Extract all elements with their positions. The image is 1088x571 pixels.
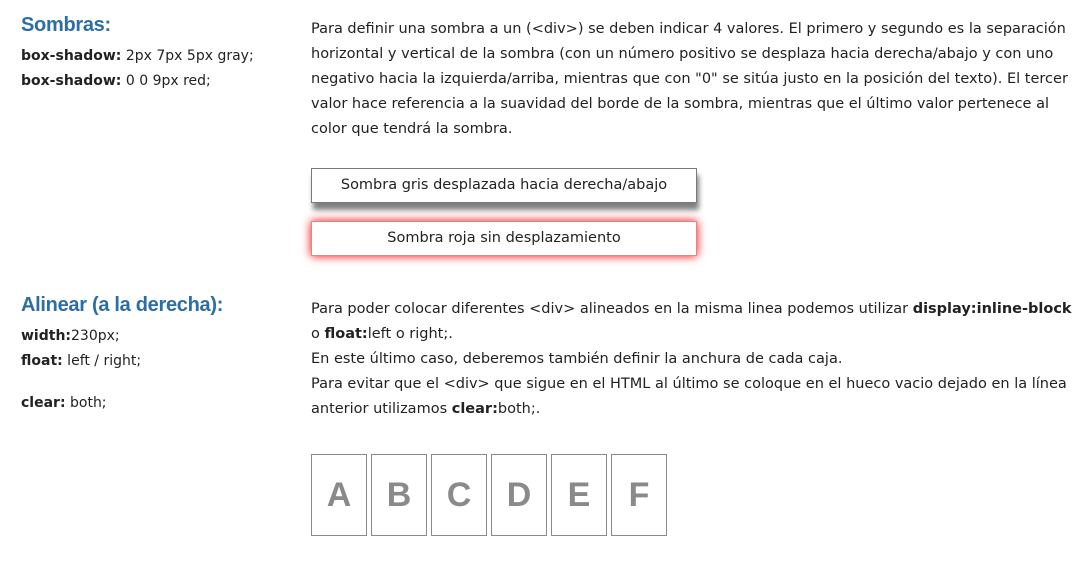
sombras-description: Para definir una sombra a un (<div>) se … [311,17,1073,142]
text-run: both;. [497,401,541,417]
code-line-float: float: left / right; [21,349,291,374]
code-prop: box-shadow: [21,48,122,64]
code-prop: width: [21,328,72,344]
sombras-title: Sombras: [21,14,111,36]
code-value: 2px 7px 5px gray; [121,48,254,64]
float-box-f: F [611,454,667,536]
code-prop: float: [21,353,63,369]
float-box-e: E [551,454,607,536]
code-value: left / right; [62,353,142,369]
float-box-d: D [491,454,547,536]
float-box-b: B [371,454,427,536]
text-run: o [311,326,325,342]
code-line-shadow-red: box-shadow: 0 0 9px red; [21,69,291,94]
sombras-section: Sombras: box-shadow: 2px 7px 5px gray; b… [0,0,1088,270]
text-run: Para poder colocar diferentes <div> alin… [311,301,913,317]
code-line-width: width:230px; [21,324,291,349]
alinear-section: Alinear (a la derecha): width:230px; flo… [0,280,1088,571]
alinear-paragraph-2: En este último caso, deberemos también d… [311,351,843,367]
text-run: Para evitar que el <div> que sigue en el… [311,376,1067,417]
float-box-c: C [431,454,487,536]
sombras-code-column: Sombras: box-shadow: 2px 7px 5px gray; b… [21,12,291,94]
code-prop: clear: [21,395,66,411]
code-keyword: clear: [451,401,498,417]
alinear-description: Para poder colocar diferentes <div> alin… [311,297,1073,422]
code-line-shadow-gray: box-shadow: 2px 7px 5px gray; [21,44,291,69]
alinear-paragraph-1: Para poder colocar diferentes <div> alin… [311,297,1073,347]
sombras-paragraph: Para definir una sombra a un (<div>) se … [311,21,1068,137]
code-value: both; [65,395,107,411]
code-keyword: display:inline-block [912,301,1072,317]
shadow-gray-demo-box: Sombra gris desplazada hacia derecha/aba… [311,168,697,203]
code-prop: box-shadow: [21,73,122,89]
alinear-title: Alinear (a la derecha): [21,294,224,316]
float-boxes-demo: A B C D E F [311,454,671,536]
code-keyword: float: [324,326,368,342]
alinear-code-column: Alinear (a la derecha): width:230px; flo… [21,292,291,416]
float-box-a: A [311,454,367,536]
alinear-paragraph-3: Para evitar que el <div> que sigue en el… [311,372,1073,422]
shadow-red-demo-box: Sombra roja sin desplazamiento [311,221,697,256]
code-value: 0 0 9px red; [121,73,211,89]
text-run: left o right;. [367,326,453,342]
code-line-clear: clear: both; [21,391,291,416]
code-value: 230px; [71,328,120,344]
